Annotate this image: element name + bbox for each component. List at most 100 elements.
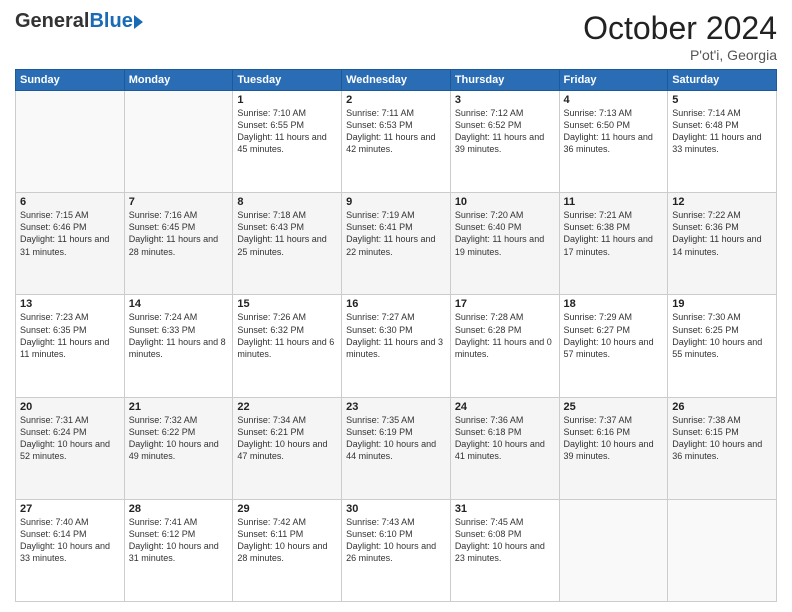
calendar-table: Sunday Monday Tuesday Wednesday Thursday…	[15, 69, 777, 602]
day-info: Sunrise: 7:26 AM Sunset: 6:32 PM Dayligh…	[237, 311, 337, 360]
logo-arrow-icon	[134, 15, 143, 29]
day-info: Sunrise: 7:24 AM Sunset: 6:33 PM Dayligh…	[129, 311, 229, 360]
day-info: Sunrise: 7:38 AM Sunset: 6:15 PM Dayligh…	[672, 414, 772, 463]
table-row: 18Sunrise: 7:29 AM Sunset: 6:27 PM Dayli…	[559, 295, 668, 397]
day-number: 17	[455, 298, 555, 310]
header-thursday: Thursday	[450, 70, 559, 91]
day-number: 21	[129, 401, 229, 413]
table-row: 9Sunrise: 7:19 AM Sunset: 6:41 PM Daylig…	[342, 193, 451, 295]
table-row: 5Sunrise: 7:14 AM Sunset: 6:48 PM Daylig…	[668, 91, 777, 193]
day-info: Sunrise: 7:41 AM Sunset: 6:12 PM Dayligh…	[129, 516, 229, 565]
logo-blue-text: Blue	[89, 10, 132, 33]
day-number: 3	[455, 94, 555, 106]
day-number: 22	[237, 401, 337, 413]
day-info: Sunrise: 7:30 AM Sunset: 6:25 PM Dayligh…	[672, 311, 772, 360]
table-row: 28Sunrise: 7:41 AM Sunset: 6:12 PM Dayli…	[124, 499, 233, 601]
day-info: Sunrise: 7:42 AM Sunset: 6:11 PM Dayligh…	[237, 516, 337, 565]
table-row: 29Sunrise: 7:42 AM Sunset: 6:11 PM Dayli…	[233, 499, 342, 601]
table-row: 26Sunrise: 7:38 AM Sunset: 6:15 PM Dayli…	[668, 397, 777, 499]
table-row	[124, 91, 233, 193]
day-number: 28	[129, 503, 229, 515]
day-number: 24	[455, 401, 555, 413]
day-number: 7	[129, 196, 229, 208]
day-number: 5	[672, 94, 772, 106]
day-info: Sunrise: 7:20 AM Sunset: 6:40 PM Dayligh…	[455, 209, 555, 258]
header-sunday: Sunday	[16, 70, 125, 91]
day-info: Sunrise: 7:45 AM Sunset: 6:08 PM Dayligh…	[455, 516, 555, 565]
day-info: Sunrise: 7:35 AM Sunset: 6:19 PM Dayligh…	[346, 414, 446, 463]
day-number: 16	[346, 298, 446, 310]
table-row: 12Sunrise: 7:22 AM Sunset: 6:36 PM Dayli…	[668, 193, 777, 295]
table-row: 24Sunrise: 7:36 AM Sunset: 6:18 PM Dayli…	[450, 397, 559, 499]
table-row: 21Sunrise: 7:32 AM Sunset: 6:22 PM Dayli…	[124, 397, 233, 499]
table-row: 17Sunrise: 7:28 AM Sunset: 6:28 PM Dayli…	[450, 295, 559, 397]
day-number: 12	[672, 196, 772, 208]
header: General Blue October 2024 P'ot'i, Georgi…	[15, 10, 777, 63]
day-info: Sunrise: 7:32 AM Sunset: 6:22 PM Dayligh…	[129, 414, 229, 463]
day-number: 2	[346, 94, 446, 106]
day-info: Sunrise: 7:13 AM Sunset: 6:50 PM Dayligh…	[564, 107, 664, 156]
day-number: 29	[237, 503, 337, 515]
day-info: Sunrise: 7:10 AM Sunset: 6:55 PM Dayligh…	[237, 107, 337, 156]
day-info: Sunrise: 7:23 AM Sunset: 6:35 PM Dayligh…	[20, 311, 120, 360]
table-row	[668, 499, 777, 601]
day-info: Sunrise: 7:40 AM Sunset: 6:14 PM Dayligh…	[20, 516, 120, 565]
table-row: 27Sunrise: 7:40 AM Sunset: 6:14 PM Dayli…	[16, 499, 125, 601]
header-monday: Monday	[124, 70, 233, 91]
table-row: 2Sunrise: 7:11 AM Sunset: 6:53 PM Daylig…	[342, 91, 451, 193]
day-number: 13	[20, 298, 120, 310]
day-number: 31	[455, 503, 555, 515]
day-info: Sunrise: 7:27 AM Sunset: 6:30 PM Dayligh…	[346, 311, 446, 360]
day-number: 6	[20, 196, 120, 208]
table-row: 15Sunrise: 7:26 AM Sunset: 6:32 PM Dayli…	[233, 295, 342, 397]
header-tuesday: Tuesday	[233, 70, 342, 91]
title-block: October 2024 P'ot'i, Georgia	[583, 10, 777, 63]
page: General Blue October 2024 P'ot'i, Georgi…	[0, 0, 792, 612]
day-number: 19	[672, 298, 772, 310]
day-number: 9	[346, 196, 446, 208]
table-row: 7Sunrise: 7:16 AM Sunset: 6:45 PM Daylig…	[124, 193, 233, 295]
table-row: 31Sunrise: 7:45 AM Sunset: 6:08 PM Dayli…	[450, 499, 559, 601]
table-row: 3Sunrise: 7:12 AM Sunset: 6:52 PM Daylig…	[450, 91, 559, 193]
day-info: Sunrise: 7:31 AM Sunset: 6:24 PM Dayligh…	[20, 414, 120, 463]
day-info: Sunrise: 7:12 AM Sunset: 6:52 PM Dayligh…	[455, 107, 555, 156]
day-number: 18	[564, 298, 664, 310]
table-row: 20Sunrise: 7:31 AM Sunset: 6:24 PM Dayli…	[16, 397, 125, 499]
day-number: 11	[564, 196, 664, 208]
month-title: October 2024	[583, 10, 777, 47]
table-row: 10Sunrise: 7:20 AM Sunset: 6:40 PM Dayli…	[450, 193, 559, 295]
day-info: Sunrise: 7:28 AM Sunset: 6:28 PM Dayligh…	[455, 311, 555, 360]
day-info: Sunrise: 7:29 AM Sunset: 6:27 PM Dayligh…	[564, 311, 664, 360]
day-number: 23	[346, 401, 446, 413]
day-info: Sunrise: 7:18 AM Sunset: 6:43 PM Dayligh…	[237, 209, 337, 258]
header-friday: Friday	[559, 70, 668, 91]
day-info: Sunrise: 7:16 AM Sunset: 6:45 PM Dayligh…	[129, 209, 229, 258]
day-number: 26	[672, 401, 772, 413]
day-info: Sunrise: 7:36 AM Sunset: 6:18 PM Dayligh…	[455, 414, 555, 463]
day-info: Sunrise: 7:14 AM Sunset: 6:48 PM Dayligh…	[672, 107, 772, 156]
day-number: 4	[564, 94, 664, 106]
day-number: 1	[237, 94, 337, 106]
table-row: 4Sunrise: 7:13 AM Sunset: 6:50 PM Daylig…	[559, 91, 668, 193]
day-number: 14	[129, 298, 229, 310]
day-number: 27	[20, 503, 120, 515]
day-info: Sunrise: 7:43 AM Sunset: 6:10 PM Dayligh…	[346, 516, 446, 565]
table-row: 22Sunrise: 7:34 AM Sunset: 6:21 PM Dayli…	[233, 397, 342, 499]
table-row: 1Sunrise: 7:10 AM Sunset: 6:55 PM Daylig…	[233, 91, 342, 193]
week-row-5: 27Sunrise: 7:40 AM Sunset: 6:14 PM Dayli…	[16, 499, 777, 601]
day-number: 8	[237, 196, 337, 208]
table-row: 6Sunrise: 7:15 AM Sunset: 6:46 PM Daylig…	[16, 193, 125, 295]
day-number: 15	[237, 298, 337, 310]
day-number: 20	[20, 401, 120, 413]
day-number: 30	[346, 503, 446, 515]
table-row: 30Sunrise: 7:43 AM Sunset: 6:10 PM Dayli…	[342, 499, 451, 601]
week-row-1: 1Sunrise: 7:10 AM Sunset: 6:55 PM Daylig…	[16, 91, 777, 193]
week-row-3: 13Sunrise: 7:23 AM Sunset: 6:35 PM Dayli…	[16, 295, 777, 397]
table-row: 16Sunrise: 7:27 AM Sunset: 6:30 PM Dayli…	[342, 295, 451, 397]
week-row-4: 20Sunrise: 7:31 AM Sunset: 6:24 PM Dayli…	[16, 397, 777, 499]
day-info: Sunrise: 7:34 AM Sunset: 6:21 PM Dayligh…	[237, 414, 337, 463]
table-row: 8Sunrise: 7:18 AM Sunset: 6:43 PM Daylig…	[233, 193, 342, 295]
table-row: 13Sunrise: 7:23 AM Sunset: 6:35 PM Dayli…	[16, 295, 125, 397]
day-info: Sunrise: 7:19 AM Sunset: 6:41 PM Dayligh…	[346, 209, 446, 258]
logo: General Blue	[15, 10, 143, 33]
